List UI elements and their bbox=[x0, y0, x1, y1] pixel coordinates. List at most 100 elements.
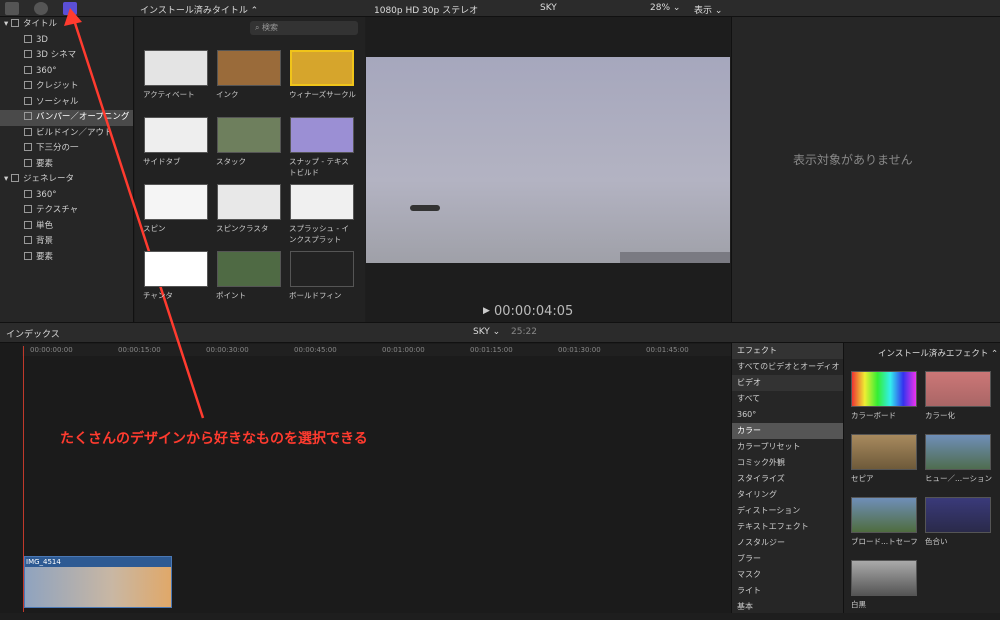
effects-category[interactable]: ノスタルジー bbox=[732, 535, 843, 551]
title-tile[interactable]: ボールドフィン bbox=[288, 251, 356, 313]
ruler-tick: 00:01:00:00 bbox=[382, 346, 425, 354]
effects-category[interactable]: すべて bbox=[732, 391, 843, 407]
view-menu[interactable]: 表示 ⌄ bbox=[694, 3, 722, 16]
category-icon bbox=[24, 34, 32, 43]
effects-category[interactable]: ライト bbox=[732, 583, 843, 599]
effects-category[interactable]: ブラー bbox=[732, 551, 843, 567]
effect-tile[interactable]: セピア bbox=[851, 434, 919, 494]
index-button[interactable]: インデックス bbox=[6, 327, 60, 340]
project-name[interactable]: SKY ⌄ bbox=[473, 327, 500, 337]
title-label: アクティベート bbox=[143, 90, 195, 99]
play-icon[interactable]: ▶ bbox=[483, 306, 490, 316]
sidebar-item[interactable]: 360° bbox=[0, 188, 133, 204]
search-input[interactable]: ⌕ 検索 bbox=[250, 21, 358, 35]
title-tile[interactable]: スプラッシュ - インクスプラット bbox=[288, 184, 356, 246]
sidebar-item-label: 360° bbox=[36, 189, 57, 200]
effects-category[interactable]: 360° bbox=[732, 407, 843, 423]
title-tile[interactable]: スナップ - テキストビルド bbox=[288, 117, 356, 179]
effects-category[interactable]: カラープリセット bbox=[732, 439, 843, 455]
effects-category[interactable]: テキストエフェクト bbox=[732, 519, 843, 535]
effects-category[interactable]: すべてのビデオとオーディオ bbox=[732, 359, 843, 375]
sidebar-item[interactable]: クレジット bbox=[0, 79, 133, 95]
effects-category[interactable]: スタイライズ bbox=[732, 471, 843, 487]
title-thumbnail bbox=[144, 251, 208, 287]
category-icon bbox=[24, 251, 32, 260]
sidebar-item-label: クレジット bbox=[36, 81, 79, 91]
sidebar-item[interactable]: 背景 bbox=[0, 234, 133, 250]
title-tile[interactable]: ポイント bbox=[215, 251, 283, 313]
sidebar-item[interactable]: 3D シネマ bbox=[0, 48, 133, 64]
title-label: ポイント bbox=[216, 291, 246, 300]
photos-audio-icon[interactable] bbox=[34, 2, 48, 15]
effects-category[interactable]: ディストーション bbox=[732, 503, 843, 519]
title-thumbnail bbox=[217, 251, 281, 287]
effects-header: エフェクト bbox=[732, 343, 843, 359]
browser-category-title[interactable]: インストール済みタイトル ⌃ bbox=[140, 3, 258, 16]
title-thumbnail bbox=[290, 50, 354, 86]
sidebar-item[interactable]: 要素 bbox=[0, 157, 133, 173]
effect-thumbnail bbox=[925, 371, 991, 407]
effect-tile[interactable]: 白黒 bbox=[851, 560, 919, 620]
effect-tile[interactable]: ヒュー／...ーション bbox=[925, 434, 993, 494]
sidebar-item[interactable]: 要素 bbox=[0, 250, 133, 266]
title-thumbnail bbox=[217, 184, 281, 220]
title-tile[interactable]: サイドタブ bbox=[142, 117, 210, 179]
sidebar-item[interactable]: ビルドイン／アウト bbox=[0, 126, 133, 142]
sidebar-item-label: 要素 bbox=[36, 251, 54, 262]
category-icon bbox=[10, 19, 19, 27]
sidebar-item[interactable]: ▾ ジェネレータ bbox=[0, 172, 133, 188]
effect-tile[interactable]: カラー化 bbox=[925, 371, 993, 431]
effect-label: ブロード...トセーフ bbox=[851, 537, 918, 546]
title-label: ボールドフィン bbox=[289, 291, 342, 300]
effects-category[interactable]: ビデオ bbox=[732, 375, 843, 391]
effects-category[interactable]: カラー bbox=[732, 423, 843, 439]
ruler-tick: 00:00:00:00 bbox=[30, 346, 73, 354]
title-tile[interactable]: スピンクラスタ bbox=[215, 184, 283, 246]
disclosure-icon[interactable]: ▾ bbox=[4, 174, 11, 184]
title-tile[interactable]: スピン bbox=[142, 184, 210, 246]
category-icon bbox=[24, 127, 32, 136]
skyline bbox=[620, 252, 730, 263]
timecode-display: 00:00:04:05 bbox=[494, 304, 574, 319]
sidebar-item[interactable]: テクスチャ bbox=[0, 203, 133, 219]
empty-message: 表示対象がありません bbox=[793, 153, 913, 167]
ruler-tick: 00:00:30:00 bbox=[206, 346, 249, 354]
libraries-icon[interactable] bbox=[5, 2, 19, 15]
effect-tile[interactable]: ブロード...トセーフ bbox=[851, 497, 919, 557]
sidebar-item[interactable]: 3D bbox=[0, 33, 133, 49]
effects-category-list: エフェクト すべてのビデオとオーディオ ビデオ すべて 360° カラー カラープリセットコ… bbox=[731, 343, 843, 613]
title-tile[interactable]: チャンタ bbox=[142, 251, 210, 313]
sidebar-item-label: ジェネレータ bbox=[22, 174, 74, 184]
sidebar-item[interactable]: 単色 bbox=[0, 219, 133, 235]
category-icon bbox=[24, 112, 32, 120]
disclosure-icon[interactable]: ▾ bbox=[4, 19, 11, 29]
title-label: スピン bbox=[143, 224, 166, 233]
video-frame bbox=[366, 57, 730, 263]
titles-sidebar: ▾ タイトル 3D 3D シネマ 360° クレジット ソーシャル バンパー／オープニングビ… bbox=[0, 17, 134, 322]
effects-category[interactable]: マスク bbox=[732, 567, 843, 583]
effect-tile[interactable]: 色合い bbox=[925, 497, 993, 557]
sidebar-item[interactable]: ▾ タイトル bbox=[0, 17, 133, 33]
project-duration: 25:22 bbox=[511, 327, 537, 337]
title-thumbnail bbox=[290, 251, 354, 287]
sidebar-item[interactable]: 360° bbox=[0, 64, 133, 80]
sidebar-item-label: バンパー／オープニング bbox=[36, 112, 130, 122]
viewer-format-label: 1080p HD 30p ステレオ bbox=[374, 6, 479, 16]
effect-tile[interactable]: カラーボード bbox=[851, 371, 919, 431]
title-tile[interactable]: スタック bbox=[215, 117, 283, 179]
effects-browser-title[interactable]: インストール済みエフェクト ⌃ bbox=[878, 347, 998, 359]
titles-generators-icon[interactable] bbox=[63, 2, 77, 15]
category-icon bbox=[24, 220, 32, 229]
sidebar-item[interactable]: ソーシャル bbox=[0, 95, 133, 111]
zoom-menu[interactable]: 28% ⌄ bbox=[650, 3, 680, 13]
sidebar-item[interactable]: 下三分の一 bbox=[0, 141, 133, 157]
ruler-tick: 00:00:15:00 bbox=[118, 346, 161, 354]
sidebar-item-label: テクスチャ bbox=[36, 205, 79, 215]
ruler-tick: 00:00:45:00 bbox=[294, 346, 337, 354]
effects-category[interactable]: コミック外観 bbox=[732, 455, 843, 471]
sidebar-item[interactable]: バンパー／オープニング bbox=[0, 110, 133, 126]
title-tile[interactable]: アクティベート bbox=[142, 50, 210, 112]
title-tile[interactable]: インク bbox=[215, 50, 283, 112]
title-tile[interactable]: ウィナーズサークル bbox=[288, 50, 356, 112]
effects-category[interactable]: タイリング bbox=[732, 487, 843, 503]
